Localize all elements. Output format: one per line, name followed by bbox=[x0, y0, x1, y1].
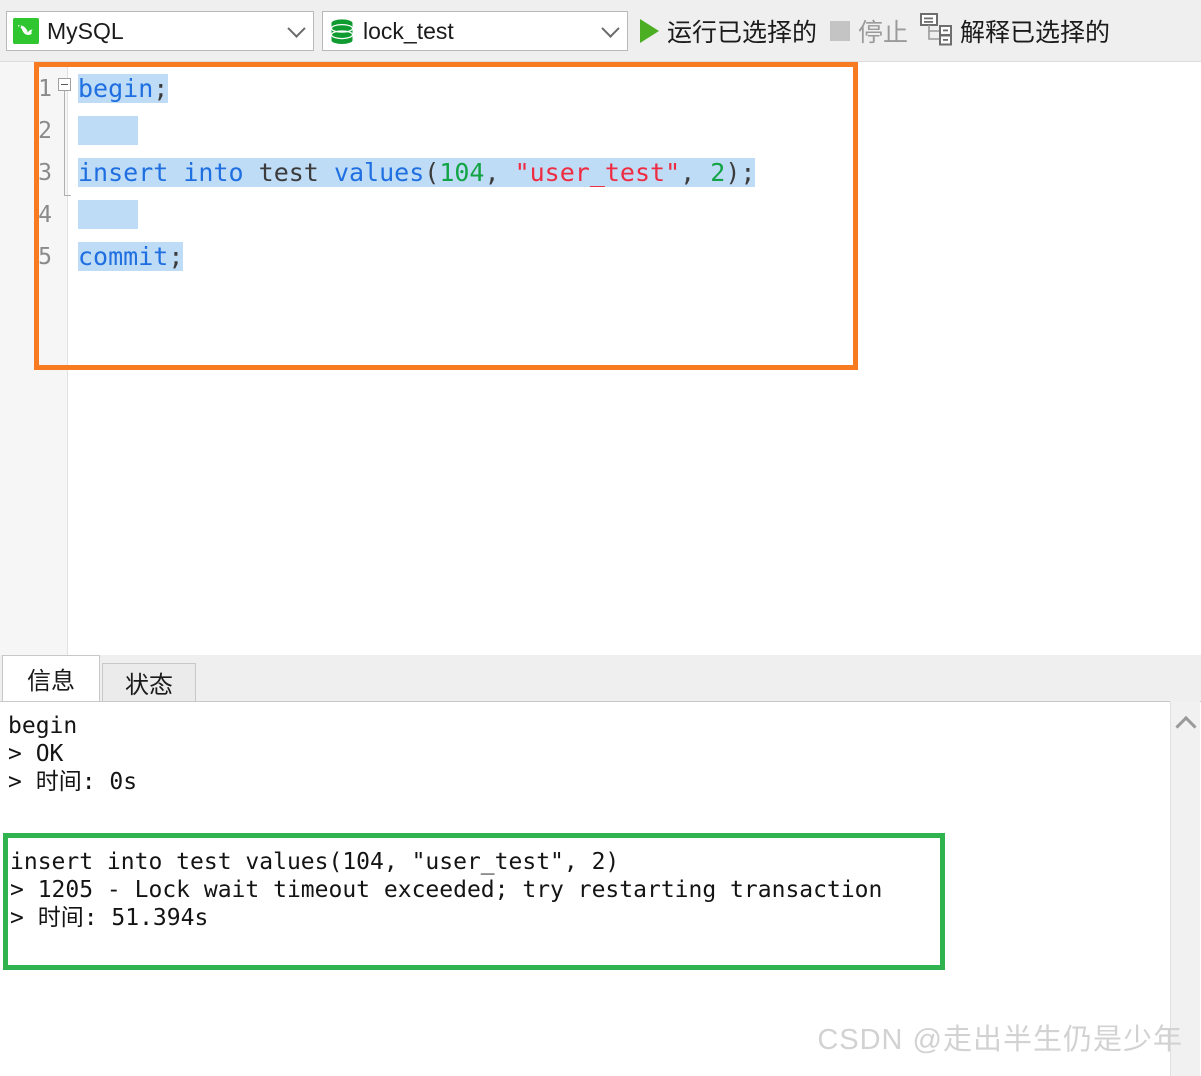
play-icon bbox=[640, 19, 659, 43]
code-token: insert bbox=[78, 158, 169, 187]
line-number: 4 bbox=[38, 202, 52, 228]
sql-editor[interactable]: 1 2 3 4 5 begin; insert into test values(104… bbox=[0, 62, 1201, 655]
explain-plan-icon bbox=[920, 12, 952, 51]
code-line-text bbox=[78, 200, 139, 229]
line-number: 1 bbox=[38, 76, 52, 102]
explain-selected-button[interactable]: 解释已选择的 bbox=[920, 8, 1110, 54]
code-line[interactable]: begin; bbox=[78, 68, 755, 110]
tab-information[interactable]: 信息 bbox=[2, 655, 100, 701]
tab-status-label: 状态 bbox=[125, 672, 173, 699]
code-token: 2 bbox=[710, 158, 726, 187]
connection-selector[interactable]: MySQL bbox=[6, 11, 314, 51]
log-block-insert-error: insert into test values(104, "user_test"… bbox=[10, 849, 883, 931]
toolbar: MySQL lock_test 运行已选择的 停止 解释已选择的 bbox=[0, 0, 1201, 62]
stop-button: 停止 bbox=[830, 8, 908, 54]
csdn-watermark: CSDN @走出半生仍是少年 bbox=[817, 1024, 1183, 1056]
result-tabstrip: 信息 状态 bbox=[0, 655, 1201, 701]
stop-square-icon bbox=[830, 21, 850, 41]
tab-information-label: 信息 bbox=[27, 668, 75, 695]
explain-selected-label: 解释已选择的 bbox=[960, 19, 1111, 47]
code-line-text bbox=[78, 116, 139, 145]
tab-status[interactable]: 状态 bbox=[102, 663, 196, 701]
stop-label: 停止 bbox=[858, 19, 909, 47]
database-cylinder-icon bbox=[329, 18, 355, 44]
line-number-column: 1 2 3 4 5 bbox=[0, 68, 52, 278]
connection-label: MySQL bbox=[47, 17, 124, 44]
code-token: , bbox=[484, 158, 515, 187]
result-panel: 信息 状态 begin > OK > 时间: 0s insert into te… bbox=[0, 655, 1201, 1076]
code-line-text: insert into test values(104, "user_test"… bbox=[78, 158, 756, 187]
code-token: ); bbox=[725, 158, 756, 187]
line-number: 2 bbox=[38, 118, 52, 144]
code-token: ; bbox=[168, 242, 184, 271]
log-block-begin: begin > OK > 时间: 0s bbox=[8, 713, 138, 795]
code-token: test bbox=[258, 158, 319, 187]
code-line[interactable] bbox=[78, 110, 755, 152]
code-token: , bbox=[680, 158, 711, 187]
line-number: 3 bbox=[38, 160, 52, 186]
code-token: commit bbox=[78, 242, 169, 271]
editor-code-area[interactable]: begin; insert into test values(104, "use… bbox=[78, 68, 756, 278]
scroll-up-arrow-icon[interactable] bbox=[1174, 715, 1197, 738]
run-selected-button[interactable]: 运行已选择的 bbox=[640, 8, 817, 54]
database-selector[interactable]: lock_test bbox=[322, 11, 628, 51]
fold-collapse-icon[interactable] bbox=[58, 78, 71, 91]
database-label: lock_test bbox=[363, 17, 454, 44]
fold-guide-line bbox=[64, 91, 65, 195]
code-token: into bbox=[183, 158, 244, 187]
code-token: 104 bbox=[439, 158, 485, 187]
code-line[interactable]: insert into test values(104, "user_test"… bbox=[78, 152, 756, 194]
code-line[interactable]: commit; bbox=[78, 236, 755, 278]
line-number: 5 bbox=[38, 244, 52, 270]
code-token: ; bbox=[153, 74, 169, 103]
fold-guide-end bbox=[64, 195, 71, 196]
run-selected-label: 运行已选择的 bbox=[667, 19, 818, 47]
code-token: "user_test" bbox=[514, 158, 681, 187]
code-token: values bbox=[333, 158, 425, 187]
code-line[interactable] bbox=[78, 194, 755, 236]
fold-column[interactable] bbox=[56, 68, 74, 196]
editor-gutter: 1 2 3 4 5 bbox=[0, 62, 71, 655]
code-token: begin bbox=[78, 74, 154, 103]
code-token: ( bbox=[424, 158, 440, 187]
chevron-down-icon[interactable] bbox=[283, 12, 309, 50]
chevron-down-icon[interactable] bbox=[597, 12, 623, 50]
code-line-text: commit; bbox=[78, 242, 184, 271]
code-line-text: begin; bbox=[78, 74, 169, 103]
mysql-dolphin-icon bbox=[13, 18, 39, 44]
